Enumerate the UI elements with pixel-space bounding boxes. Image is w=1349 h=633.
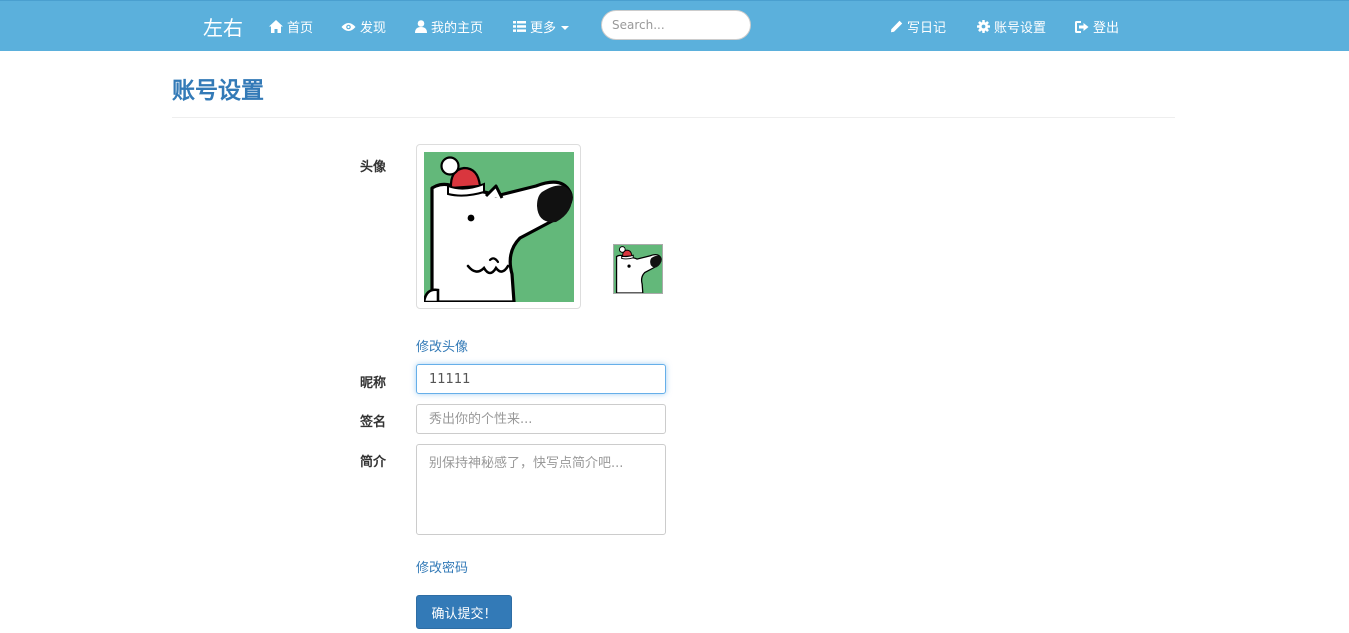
nav-discover[interactable]: 发现	[341, 1, 386, 52]
nav-more-dropdown[interactable]: 更多	[513, 1, 570, 52]
dog-avatar-image	[422, 152, 574, 304]
nav-more-label: 更多	[530, 21, 557, 36]
change-avatar-link[interactable]: 修改头像	[416, 336, 468, 355]
nav-home[interactable]: 首页	[269, 1, 313, 52]
gear-icon	[977, 20, 990, 33]
nav-write-diary[interactable]: 写日记	[890, 1, 946, 52]
nav-write-label: 写日记	[907, 21, 947, 36]
caret-down-icon	[561, 25, 570, 30]
nav-home-label: 首页	[287, 21, 314, 36]
top-navbar: 左右 首页 发现 我的主页 更多 写日记	[0, 0, 1349, 51]
avatar-large[interactable]	[416, 144, 581, 309]
submit-button[interactable]: 确认提交！	[416, 595, 512, 629]
nickname-label: 昵称	[360, 376, 387, 391]
signature-label: 签名	[360, 415, 387, 430]
nav-logout[interactable]: 登出	[1075, 1, 1119, 52]
bio-textarea[interactable]	[416, 444, 666, 535]
signature-input[interactable]	[416, 404, 666, 434]
header-divider	[172, 117, 1175, 118]
nav-logout-label: 登出	[1093, 21, 1120, 36]
pencil-icon	[890, 20, 903, 33]
list-icon	[513, 21, 526, 32]
user-icon	[415, 20, 427, 33]
change-password-link[interactable]: 修改密码	[416, 557, 468, 576]
bio-label: 简介	[360, 455, 387, 470]
nickname-input[interactable]	[416, 364, 666, 394]
brand-logo[interactable]: 左右	[203, 1, 243, 52]
nav-my-home-label: 我的主页	[431, 21, 484, 36]
nav-settings-label: 账号设置	[994, 21, 1047, 36]
search-input[interactable]	[601, 10, 751, 40]
logout-icon	[1075, 20, 1089, 33]
nav-account-settings[interactable]: 账号设置	[977, 1, 1046, 52]
eye-icon	[341, 22, 356, 32]
page-title: 账号设置	[172, 78, 264, 104]
nav-discover-label: 发现	[360, 21, 387, 36]
dog-avatar-thumbnail	[614, 245, 662, 294]
avatar-label: 头像	[360, 160, 387, 175]
home-icon	[269, 20, 283, 33]
nav-my-home[interactable]: 我的主页	[415, 1, 483, 52]
avatar-preview-small	[613, 244, 663, 294]
